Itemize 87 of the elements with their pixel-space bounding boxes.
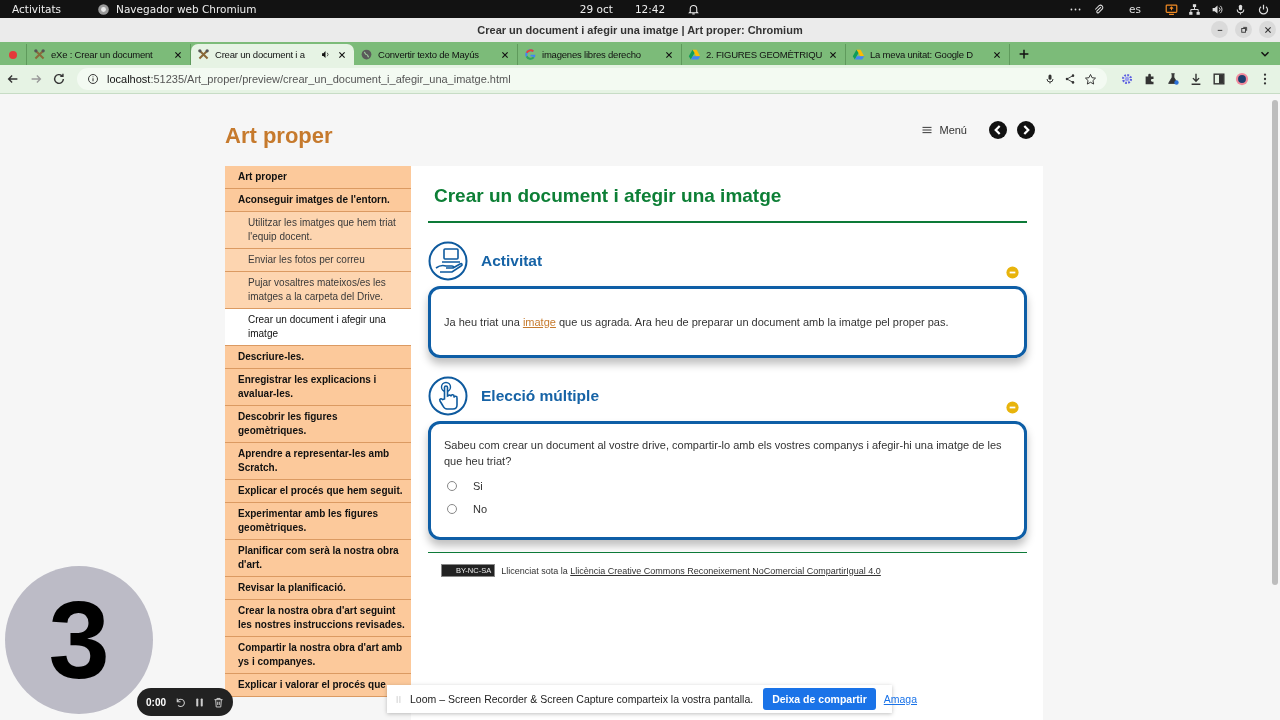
extension-icon[interactable] <box>1120 72 1134 86</box>
network-icon[interactable] <box>1188 2 1201 16</box>
close-button[interactable] <box>1259 21 1276 38</box>
nav-item[interactable]: Compartir la nostra obra d'art amb ys i companyes. <box>225 637 411 674</box>
section-heading: Elecció múltiple <box>481 387 599 405</box>
section-heading: Activitat <box>481 252 543 270</box>
hand-computer-icon <box>428 241 468 281</box>
power-icon[interactable] <box>1257 2 1270 16</box>
page-title: Crear un document i afegir una imatge <box>428 166 1027 223</box>
tab-title: 2. FIGURES GEOMÈTRIQU <box>706 49 823 60</box>
delete-icon[interactable] <box>212 695 225 709</box>
chromium-icon <box>97 2 111 16</box>
download-icon[interactable] <box>1189 72 1203 86</box>
share-icon[interactable] <box>1064 73 1076 85</box>
restore-button[interactable] <box>1235 21 1252 38</box>
pause-icon[interactable] <box>193 695 206 709</box>
nav-item[interactable]: Crear un document i afegir una imatge <box>225 309 411 346</box>
nav-item[interactable]: Explicar i valorar el procés que <box>225 674 411 697</box>
hide-link[interactable]: Amaga <box>883 693 917 705</box>
stop-sharing-button[interactable]: Deixa de compartir <box>763 688 876 710</box>
nav-item[interactable]: Aprendre a representar-les amb Scratch. <box>225 443 411 480</box>
image-link[interactable]: imatge <box>522 316 556 328</box>
puzzle-icon[interactable] <box>1143 72 1157 86</box>
nav-item[interactable]: Enregistrar les explicacions i avaluar-les. <box>225 369 411 406</box>
microphone-icon[interactable] <box>1044 73 1056 85</box>
language-indicator[interactable]: es <box>1129 3 1141 15</box>
nav-item[interactable]: Aconseguir imatges de l'entorn. <box>225 189 411 212</box>
clock-text[interactable]: 12:42 <box>634 3 666 15</box>
new-tab-icon[interactable] <box>1017 47 1031 61</box>
reload-icon[interactable] <box>52 72 66 86</box>
tab-title: eXe : Crear un document <box>51 49 154 60</box>
nav-item[interactable]: Enviar les fotos per correu <box>225 249 411 272</box>
tab-title: Convertir texto de Mayús <box>378 49 480 60</box>
window-title: Crear un document i afegir una imatge | Art proper: Chromium <box>477 24 803 36</box>
nav-item[interactable]: Utilitzar les imatges que hem triat l'equip docent. <box>225 212 411 249</box>
nav-item[interactable]: Explicar el procés que hem seguit. <box>225 480 411 503</box>
activities-button[interactable]: Activitats <box>12 3 62 15</box>
tab-title: La meva unitat: Google D <box>870 49 974 60</box>
nav-item[interactable]: Pujar vosaltres mateixos/es les imatges a la carpeta del Drive. <box>225 272 411 309</box>
license-text: Llicenciat sota la Llicència Creative Commons Reconeixement NoComercial CompartirIgual 4.0 <box>501 565 881 576</box>
app-name[interactable]: Navegador web Chromium <box>116 3 257 15</box>
share-message: Loom – Screen Recorder & Screen Capture comparteix la vostra pantalla. <box>410 693 754 705</box>
avatar-icon[interactable] <box>1235 72 1249 86</box>
nav-item[interactable]: Descriure-les. <box>225 346 411 369</box>
nav-item[interactable]: Planificar com serà la nostra obra d'art. <box>225 540 411 577</box>
side-panel-icon[interactable] <box>1212 72 1226 86</box>
pointing-hand-icon <box>428 376 468 416</box>
drag-handle-icon[interactable] <box>393 693 404 705</box>
nav-item[interactable]: Experimentar amb les figures geomètriques. <box>225 503 411 540</box>
flask-icon[interactable] <box>1166 72 1180 86</box>
url-text: localhost:51235/Art_proper/preview/crear_un_document_i_afegir_una_imatge.html <box>107 73 511 85</box>
info-icon <box>87 73 99 85</box>
volume-icon[interactable] <box>1211 2 1224 16</box>
back-icon[interactable] <box>6 72 20 86</box>
paperclip-icon[interactable] <box>1092 2 1106 16</box>
globe-icon <box>360 48 373 61</box>
next-page-icon[interactable] <box>1017 121 1035 139</box>
address-bar[interactable]: localhost:51235/Art_proper/preview/crear_un_document_i_afegir_una_imatge.html <box>77 68 1107 90</box>
drive-icon <box>688 48 701 61</box>
scrollbar[interactable] <box>1272 100 1278 585</box>
tools-icon <box>33 48 46 61</box>
nav-item[interactable]: Descobrir les figures geomètriques. <box>225 406 411 443</box>
previous-page-icon[interactable] <box>989 121 1007 139</box>
tab-title: Crear un document i a <box>215 49 306 60</box>
option-label[interactable]: No <box>473 503 488 515</box>
tools-icon <box>197 48 210 61</box>
nav-item[interactable]: Crear la nostra obra d'art seguint les nostres instruccions revisades. <box>225 600 411 637</box>
radio-button[interactable] <box>447 504 457 514</box>
notification-icon <box>687 2 701 16</box>
star-icon[interactable] <box>1084 72 1097 86</box>
menu-icon <box>921 124 934 136</box>
screen-share-icon[interactable] <box>1165 2 1178 16</box>
tab-title: imagenes libres derecho <box>542 49 642 60</box>
activity-text: Ja heu triat una imatge que us agrada. Ara heu de preparar un document amb la imatge pel proper pas. <box>444 315 950 330</box>
date-text[interactable]: 29 oct <box>579 3 613 15</box>
option-label[interactable]: Si <box>473 480 483 492</box>
radio-button[interactable] <box>447 481 457 491</box>
microphone-icon[interactable] <box>1234 2 1247 16</box>
nav-item[interactable]: Art proper <box>225 166 411 189</box>
google-icon <box>524 48 537 61</box>
restart-icon[interactable] <box>174 695 187 709</box>
question-text: Sabeu com crear un document al vostre drive, compartir-lo amb els vostres companys i afegir-hi una imatge de les que heu triat? <box>444 438 1003 469</box>
nav-item[interactable]: Revisar la planificació. <box>225 577 411 600</box>
menu-button[interactable]: Menú <box>921 124 967 136</box>
browser-tab[interactable]: Crear un document i a <box>191 44 354 65</box>
drive-icon <box>852 48 865 61</box>
license-link[interactable]: Llicència Creative Commons Reconeixement NoComercial CompartirIgual 4.0 <box>570 565 881 576</box>
